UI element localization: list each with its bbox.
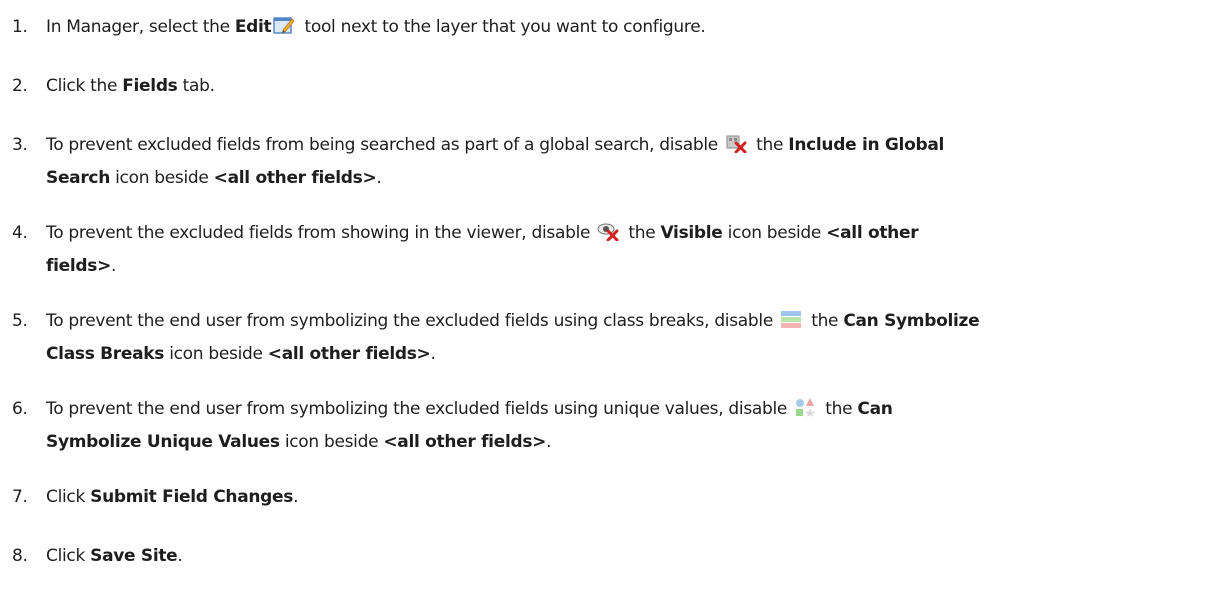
step-keyword: Save Site [90,546,178,566]
step-keyword: Can Symbolize [843,311,980,331]
step-text: the [820,399,858,419]
step-text: icon beside [279,432,384,452]
step-keyword: Fields [122,76,178,96]
step-keyword: <all other fields> [213,168,377,188]
unique-values-icon [794,397,816,427]
visible-disabled-icon [597,221,619,251]
step-6: 6. To prevent the end user from symbolizi… [12,394,1207,457]
step-text: To prevent excluded fields from being se… [46,135,724,155]
step-8: 8. Click Save Site. [12,541,1207,571]
step-text: the [806,311,844,331]
step-5: 5. To prevent the end user from symbolizi… [12,306,1207,369]
step-text: the [623,223,661,243]
class-breaks-icon [780,309,802,339]
step-text: icon beside [110,168,214,188]
step-text: To prevent the end user from symbolizing… [46,399,793,419]
step-keyword: Class Breaks [46,344,165,364]
step-text: Click the [46,76,123,96]
step-keyword: Search [46,168,111,188]
global-search-disabled-icon [725,133,747,163]
step-keyword: <all other fields> [383,432,547,452]
step-text: . [177,546,183,566]
step-text: . [430,344,436,364]
step-keyword: fields> [46,256,112,276]
step-number: 3. [12,135,28,155]
step-text: Click [46,546,91,566]
step-number: 7. [12,487,28,507]
step-number: 2. [12,76,28,96]
step-text: . [111,256,117,276]
step-text: the [751,135,789,155]
step-keyword: Submit Field Changes [90,487,294,507]
step-keyword: Include in Global [788,135,945,155]
step-keyword: Can [857,399,893,419]
step-text: To prevent the end user from symbolizing… [46,311,779,331]
step-text: Click [46,487,91,507]
step-text: icon beside [164,344,268,364]
step-number: 1. [12,17,28,37]
step-1: 1. In Manager, select the Edit tool next … [12,12,1207,45]
step-number: 5. [12,311,28,331]
edit-pencil-icon [273,15,295,45]
step-4: 4. To prevent the excluded fields from sh… [12,218,1207,281]
step-keyword: Visible [660,223,723,243]
step-keyword: <all other fields> [267,344,431,364]
step-number: 6. [12,399,28,419]
step-keyword: <all other [826,223,919,243]
step-2: 2. Click the Fields tab. [12,71,1207,101]
step-7: 7. Click Submit Field Changes. [12,482,1207,512]
step-text: tool next to the layer that you want to … [299,17,706,37]
step-number: 8. [12,546,28,566]
step-text: tab. [177,76,215,96]
step-text: . [293,487,299,507]
step-keyword: Symbolize Unique Values [46,432,280,452]
step-text: . [546,432,552,452]
step-text: . [376,168,382,188]
step-text: icon beside [722,223,827,243]
step-number: 4. [12,223,28,243]
step-keyword: Edit [234,17,272,37]
step-text: To prevent the excluded fields from show… [46,223,596,243]
step-3: 3. To prevent excluded fields from being … [12,130,1207,193]
step-text: In Manager, select the [46,17,235,37]
